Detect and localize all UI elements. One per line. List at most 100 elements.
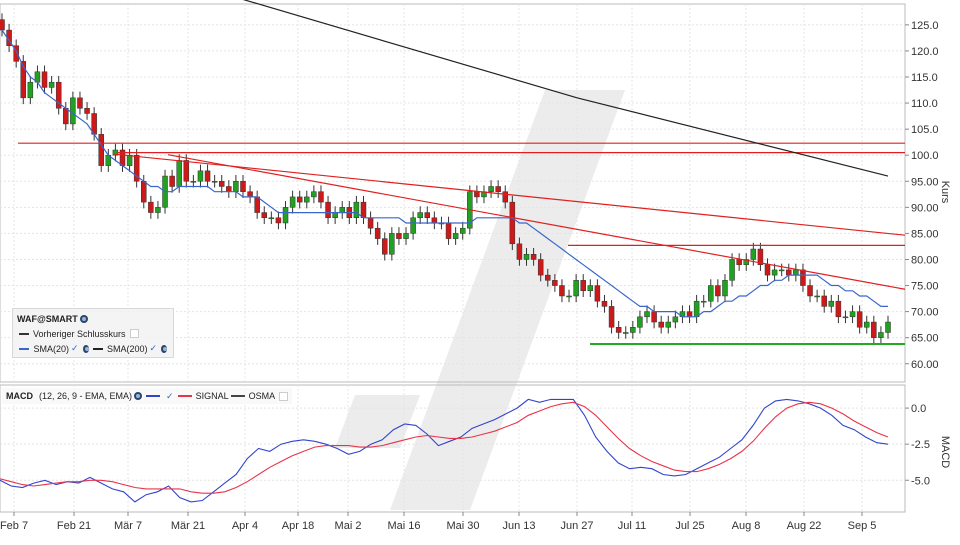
candle-body	[637, 316, 643, 328]
candle-body	[0, 19, 5, 31]
candle-body	[566, 295, 572, 298]
legend-label-sma200[interactable]: SMA(200)	[107, 344, 148, 354]
candle-body	[41, 71, 48, 88]
x-tick-label: Mai 16	[387, 520, 420, 532]
candle-body	[545, 274, 551, 281]
candle-body	[800, 269, 806, 286]
y-tick-label: 105.0	[911, 124, 939, 136]
candle-body	[431, 217, 438, 224]
chart-canvas: Feb 7 Feb 21 Mär 7 Mär 21 Apr 4 Apr 18 Mai 2 Ma…	[0, 0, 951, 532]
candle-body	[424, 212, 431, 219]
candle-body	[644, 311, 650, 318]
signal-swatch	[177, 395, 192, 397]
candle-body	[552, 280, 558, 286]
y-tick-label: 80.00	[911, 254, 939, 266]
settings-icon[interactable]	[79, 314, 88, 323]
checkmark-icon[interactable]: ✓	[149, 343, 157, 354]
settings-icon[interactable]	[134, 392, 143, 400]
candle-body	[403, 233, 409, 239]
candle-body	[559, 285, 565, 297]
candle-body	[871, 321, 877, 338]
candle-body	[176, 160, 182, 187]
candle-body	[878, 332, 884, 338]
candle-body	[700, 300, 707, 303]
legend-item-sma-row: SMA(20) ✓ SMA(200) ✓	[17, 341, 169, 356]
candle-body	[488, 186, 494, 192]
legend-label-osma[interactable]: OSMA	[249, 391, 276, 401]
settings-icon[interactable]	[82, 344, 89, 353]
candle-body	[502, 191, 508, 203]
stock-chart: Feb 7 Feb 21 Mär 7 Mär 21 Apr 4 Apr 18 Mai 2 Ma…	[0, 0, 960, 540]
x-tick-label: Apr 4	[232, 520, 258, 532]
candle-body	[856, 311, 863, 328]
x-tick-label: Feb 21	[57, 520, 91, 532]
candle-body	[452, 233, 459, 239]
symbol-label: WAF@SMART	[17, 313, 78, 324]
y-tick-label: 125.0	[911, 20, 939, 32]
candle-body	[84, 108, 90, 114]
x-tick-label: Jul 25	[675, 520, 704, 532]
checkmark-icon[interactable]: ✓	[71, 343, 79, 354]
legend-label-sma20[interactable]: SMA(20)	[33, 344, 69, 354]
candle-body	[410, 217, 416, 234]
candle-body	[289, 196, 296, 208]
x-tick-label: Sep 5	[848, 520, 877, 532]
candle-body	[658, 321, 664, 328]
candle-body	[374, 227, 381, 239]
y-axis-label: Kurs	[939, 181, 951, 204]
candle-body	[459, 227, 466, 234]
checkbox-icon[interactable]	[129, 329, 139, 338]
legend-label-signal[interactable]: SIGNAL	[196, 391, 229, 401]
y-tick-label: 110.0	[911, 98, 938, 110]
candle-body	[608, 306, 615, 328]
candle-body	[254, 196, 260, 213]
candle-body	[474, 191, 480, 198]
candle-body	[275, 217, 282, 224]
candle-body	[240, 181, 246, 192]
x-tick-label: Jun 13	[502, 520, 535, 532]
candle-body	[594, 285, 601, 302]
candle-body	[126, 154, 133, 166]
candle-body	[360, 201, 367, 219]
candle-body	[261, 212, 268, 219]
candle-body	[686, 311, 693, 318]
y-tick-label: 65.00	[911, 333, 939, 345]
candle-body	[793, 269, 799, 276]
candle-body	[495, 186, 501, 192]
y-tick-label: 100.0	[911, 150, 939, 162]
candle-body	[155, 207, 161, 213]
candle-body	[190, 181, 197, 183]
candle-body	[382, 238, 388, 255]
y-tick-label: 115.0	[911, 72, 938, 84]
legend-item-previous-close[interactable]: Vorheriger Schlusskurs	[17, 326, 169, 341]
candle-body	[821, 295, 827, 307]
candle-body	[211, 181, 218, 183]
candle-body	[247, 191, 253, 198]
checkbox-icon[interactable]	[279, 391, 289, 401]
candle-body	[630, 327, 636, 333]
candle-body	[835, 300, 842, 318]
y-tick-label: 120.0	[911, 46, 939, 58]
candle-body	[651, 311, 657, 323]
checkmark-icon[interactable]: ✓	[166, 391, 174, 402]
price-legend: WAF@SMART Vorheriger Schlusskurs SMA(20)…	[12, 308, 174, 358]
candle-body	[715, 285, 721, 297]
candle-body	[98, 134, 104, 166]
candle-body	[665, 321, 672, 328]
candle-body	[197, 170, 204, 182]
candle-body	[530, 254, 537, 260]
legend-title-row: WAF@SMART	[17, 311, 169, 326]
candle-body	[885, 321, 891, 333]
candle-body	[736, 259, 742, 265]
candle-body	[282, 207, 289, 224]
candle-body	[77, 97, 83, 109]
y-tick-label: 90.00	[911, 202, 939, 214]
x-tick-label: Mai 30	[446, 520, 479, 532]
candle-body	[353, 201, 360, 219]
y-tick-label: 70.00	[911, 307, 939, 319]
x-tick-label: Jul 11	[618, 520, 647, 532]
legend-label-previous-close: Vorheriger Schlusskurs	[33, 328, 126, 339]
candle-body	[828, 300, 835, 307]
sma200-swatch	[92, 347, 103, 350]
settings-icon[interactable]	[161, 344, 167, 353]
